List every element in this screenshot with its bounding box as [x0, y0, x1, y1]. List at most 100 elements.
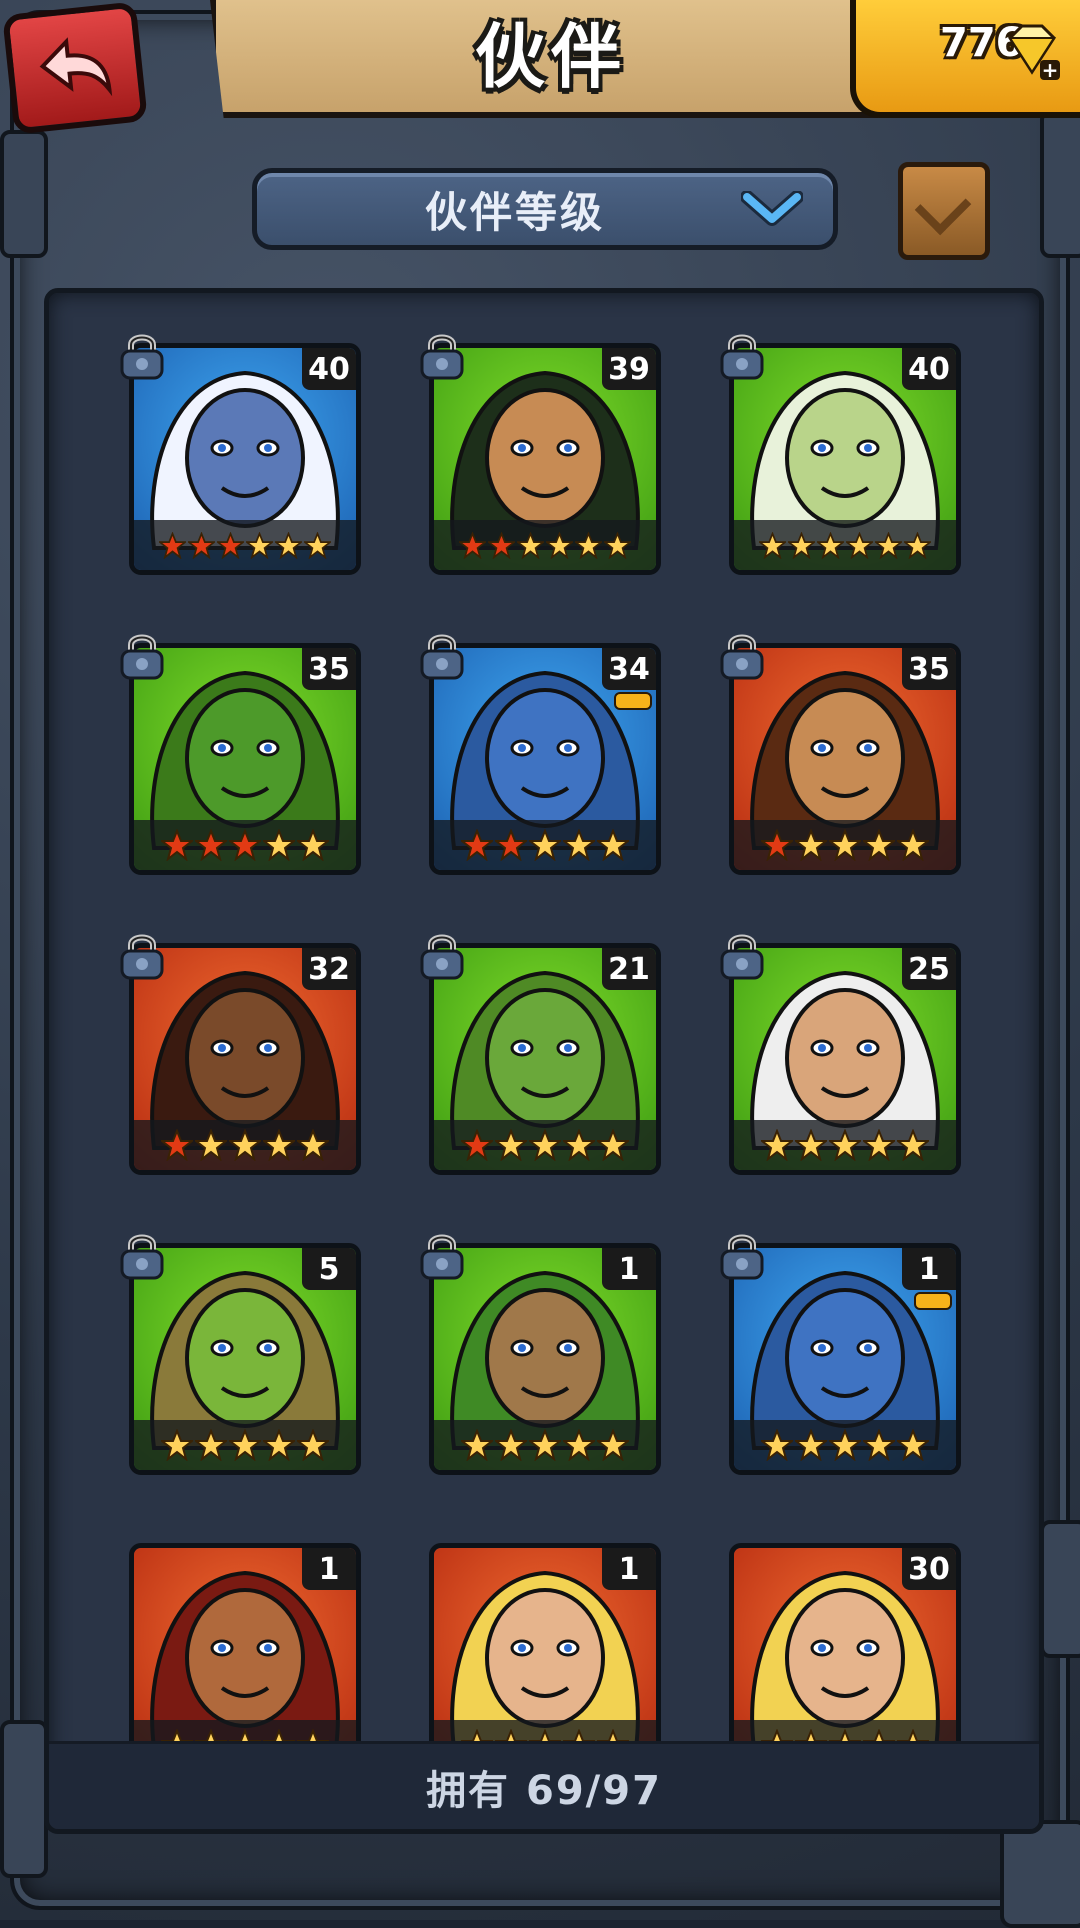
lock-icon[interactable] [719, 331, 765, 381]
red-star-icon [188, 531, 215, 559]
gold-star-icon [575, 531, 602, 559]
gold-star-icon [761, 1129, 793, 1161]
gold-star-icon [795, 1129, 827, 1161]
gold-star-icon [597, 829, 629, 861]
gold-star-icon [495, 1129, 527, 1161]
red-star-icon [161, 829, 193, 861]
gold-star-icon [517, 531, 544, 559]
gold-star-icon [297, 1129, 329, 1161]
partner-level: 34 [602, 648, 656, 690]
partner-level: 32 [302, 948, 356, 990]
gold-star-icon [875, 531, 902, 559]
partner-level: 1 [602, 1248, 656, 1290]
gold-star-icon [246, 531, 273, 559]
gold-star-icon [297, 829, 329, 861]
gold-star-icon [897, 1429, 929, 1461]
gold-star-icon [597, 1429, 629, 1461]
chevron-down-icon [741, 191, 803, 226]
gold-star-icon [863, 1429, 895, 1461]
partner-level: 1 [902, 1248, 956, 1290]
crown-icon [614, 692, 652, 710]
gold-star-icon [863, 1129, 895, 1161]
gold-star-icon [904, 531, 931, 559]
red-star-icon [229, 829, 261, 861]
partner-level: 21 [602, 948, 656, 990]
red-star-icon [159, 531, 186, 559]
lock-icon[interactable] [719, 631, 765, 681]
gold-star-icon [304, 531, 331, 559]
gold-star-icon [597, 1129, 629, 1161]
gold-star-icon [461, 1429, 493, 1461]
partner-level: 35 [902, 648, 956, 690]
red-star-icon [488, 531, 515, 559]
gem-add-icon[interactable]: + [1000, 20, 1064, 84]
partner-list-panel: 40 39 40 35 34 35 32 21 25 5 1 1 1 1 30 拥有 69/97 [44, 288, 1044, 1834]
rock-decoration [1040, 1520, 1080, 1658]
gold-star-icon [297, 1429, 329, 1461]
gold-star-icon [195, 1429, 227, 1461]
red-star-icon [459, 531, 486, 559]
gold-star-icon [897, 1129, 929, 1161]
star-rating [434, 1120, 656, 1170]
lock-icon[interactable] [119, 631, 165, 681]
partner-level: 1 [602, 1548, 656, 1590]
owned-count-bar: 拥有 69/97 [49, 1741, 1039, 1829]
owned-count-text: 拥有 69/97 [426, 1768, 662, 1814]
gold-star-icon [788, 531, 815, 559]
red-star-icon [217, 531, 244, 559]
gold-star-icon [229, 1129, 261, 1161]
star-rating [134, 520, 356, 570]
gold-star-icon [495, 1429, 527, 1461]
back-button[interactable] [2, 1, 148, 135]
lock-icon[interactable] [119, 1231, 165, 1281]
lock-icon[interactable] [419, 331, 465, 381]
partner-level: 39 [602, 348, 656, 390]
lock-icon[interactable] [419, 631, 465, 681]
gold-star-icon [161, 1429, 193, 1461]
title-banner: 伙伴 [210, 0, 892, 118]
rock-decoration [0, 130, 48, 258]
gold-star-icon [195, 1129, 227, 1161]
gold-star-icon [829, 1129, 861, 1161]
lock-icon[interactable] [419, 1231, 465, 1281]
star-rating [134, 820, 356, 870]
gold-star-icon [761, 1429, 793, 1461]
sort-dropdown-label: 伙伴等级 [424, 187, 605, 237]
star-rating [734, 1420, 956, 1470]
partner-book-button[interactable] [898, 162, 990, 260]
sort-dropdown[interactable]: 伙伴等级 [252, 168, 838, 250]
gold-star-icon [275, 531, 302, 559]
star-rating [434, 820, 656, 870]
star-rating [434, 520, 656, 570]
star-rating [734, 820, 956, 870]
rock-decoration [0, 1720, 48, 1878]
lock-icon[interactable] [119, 931, 165, 981]
rock-decoration [1000, 1820, 1080, 1928]
gold-star-icon [863, 829, 895, 861]
star-rating [134, 1420, 356, 1470]
partner-level: 40 [902, 348, 956, 390]
lock-icon[interactable] [719, 931, 765, 981]
star-rating [734, 520, 956, 570]
lock-icon[interactable] [719, 1231, 765, 1281]
partner-grid: 40 39 40 35 34 35 32 21 25 5 1 1 1 1 30 [49, 293, 1039, 1775]
red-star-icon [761, 829, 793, 861]
red-star-icon [495, 829, 527, 861]
red-star-icon [195, 829, 227, 861]
crown-icon [914, 1292, 952, 1310]
partner-level: 30 [902, 1548, 956, 1590]
gold-star-icon [263, 1429, 295, 1461]
gold-star-icon [604, 531, 631, 559]
gold-star-icon [546, 531, 573, 559]
partner-level: 40 [302, 348, 356, 390]
partner-level: 1 [302, 1548, 356, 1590]
gold-star-icon [759, 531, 786, 559]
lock-icon[interactable] [419, 931, 465, 981]
red-star-icon [461, 829, 493, 861]
svg-text:+: + [1042, 58, 1059, 82]
lock-icon[interactable] [119, 331, 165, 381]
star-rating [134, 1120, 356, 1170]
partner-level: 35 [302, 648, 356, 690]
page-title: 伙伴 [475, 15, 627, 98]
partner-level: 25 [902, 948, 956, 990]
